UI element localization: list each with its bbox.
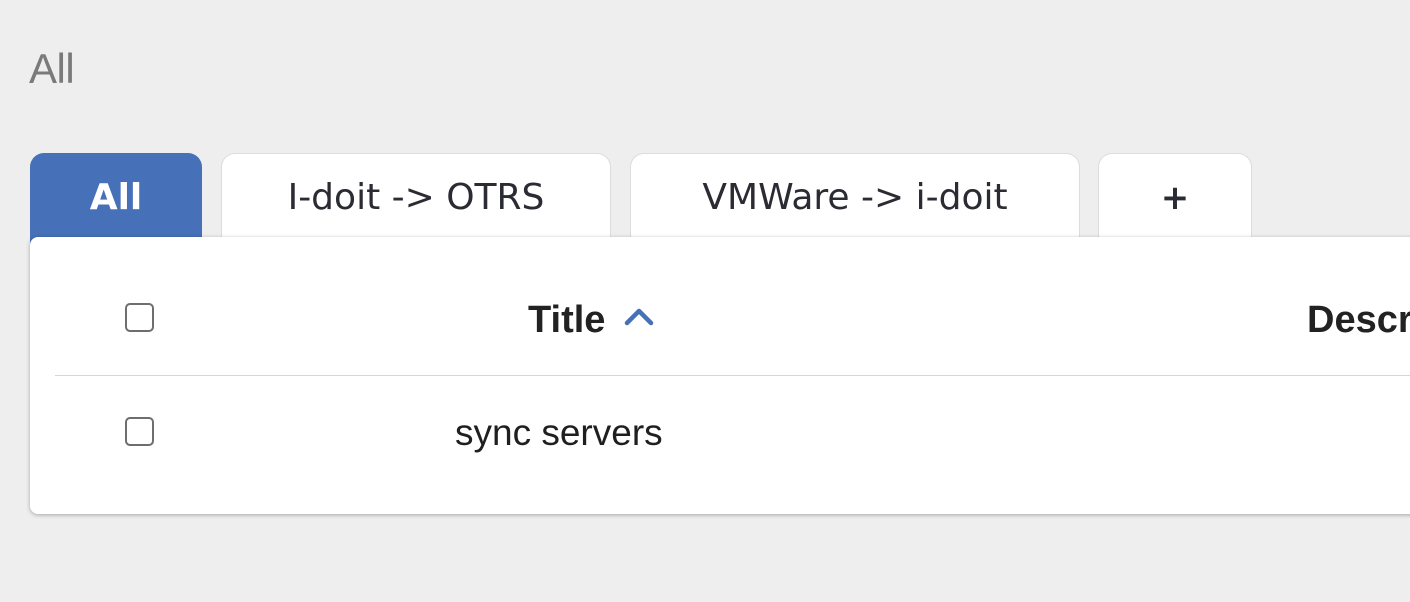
cell-title[interactable]: sync servers <box>455 409 663 457</box>
row-checkbox[interactable] <box>125 417 154 446</box>
column-header-title[interactable]: Title <box>528 295 605 345</box>
table-card: Title Descr sync servers <box>30 237 1410 514</box>
header-divider <box>55 375 1410 376</box>
chevron-up-icon[interactable] <box>622 305 656 327</box>
page: All All I-doit -> OTRS VMWare -> i-doit … <box>0 0 1410 602</box>
column-header-description[interactable]: Descr <box>1307 295 1410 345</box>
select-all-checkbox[interactable] <box>125 303 154 332</box>
page-title: All <box>29 45 75 92</box>
